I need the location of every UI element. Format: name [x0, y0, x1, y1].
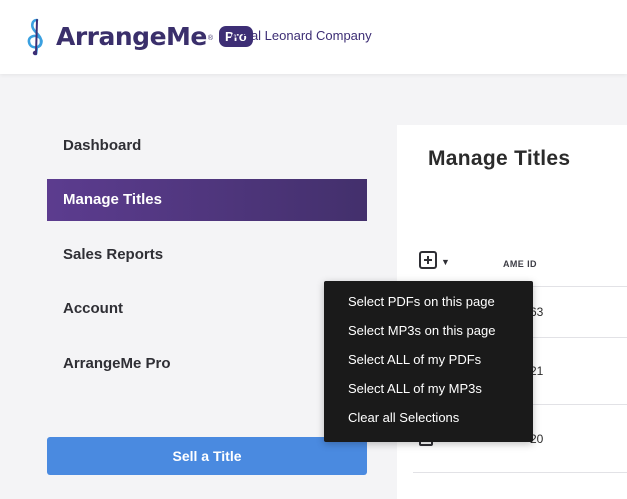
treble-clef-logo-icon — [27, 18, 43, 56]
brand-name: ArrangeMe — [56, 21, 207, 51]
company-tagline: A Hal Leonard Company — [230, 28, 372, 43]
page-title: Manage Titles — [428, 147, 571, 170]
menu-item-select-all-pdfs[interactable]: Select ALL of my PDFs — [324, 352, 533, 381]
sell-a-title-button[interactable]: Sell a Title — [47, 437, 367, 475]
sidebar-item-label: Dashboard — [63, 136, 142, 154]
sidebar-item-sales-reports[interactable]: Sales Reports — [47, 233, 367, 275]
sidebar-item-label: ArrangeMe Pro — [63, 354, 171, 372]
chevron-down-icon: ▼ — [441, 256, 450, 267]
sidebar-nav: Dashboard Manage Titles Sales Reports Ac… — [47, 124, 367, 397]
sidebar-item-label: Sales Reports — [63, 245, 164, 263]
sidebar-item-label: Account — [63, 300, 123, 317]
menu-item-clear-selections[interactable]: Clear all Selections — [324, 410, 533, 439]
brand-logo[interactable]: ArrangeMe ® Pro — [22, 16, 253, 56]
menu-item-select-mp3s-page[interactable]: Select MP3s on this page — [324, 323, 533, 352]
top-header: ArrangeMe ® Pro A Hal Leonard Company — [0, 0, 627, 74]
sidebar-item-manage-titles[interactable]: Manage Titles — [47, 178, 367, 221]
column-header-ame-id[interactable]: AME ID — [503, 259, 537, 269]
sidebar-item-dashboard[interactable]: Dashboard — [47, 124, 367, 166]
sidebar-item-arrangeme-pro[interactable]: ArrangeMe Pro — [47, 342, 367, 384]
select-menu-toggle[interactable]: ▼ — [419, 251, 450, 269]
select-plus-icon — [419, 251, 437, 269]
select-options-menu: Select PDFs on this page Select MP3s on … — [324, 281, 533, 442]
menu-item-select-all-mp3s[interactable]: Select ALL of my MP3s — [324, 381, 533, 410]
registered-mark: ® — [207, 34, 214, 42]
sidebar-item-account[interactable]: Account — [47, 288, 367, 330]
menu-item-select-pdfs-page[interactable]: Select PDFs on this page — [324, 294, 533, 323]
sidebar-item-label: Manage Titles — [63, 191, 162, 208]
